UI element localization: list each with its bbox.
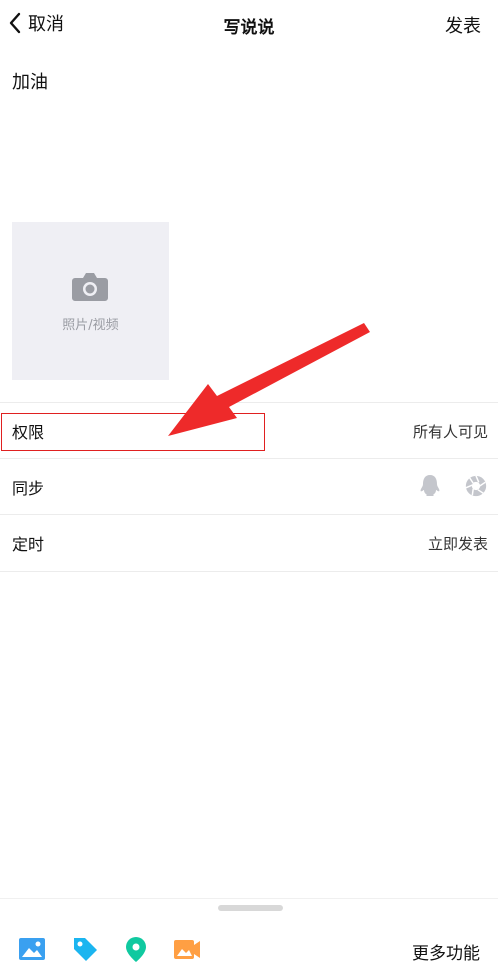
location-pin-icon[interactable]	[122, 935, 150, 963]
publish-button[interactable]: 发表	[445, 12, 481, 38]
permission-value: 所有人可见	[412, 423, 488, 441]
highlight-box	[1, 413, 265, 451]
aperture-icon[interactable]	[464, 473, 488, 499]
add-photo-video-button[interactable]: 照片/视频	[12, 222, 169, 380]
sync-label: 同步	[12, 479, 45, 498]
sync-row[interactable]: 同步	[0, 458, 498, 515]
bottom-toolbar: 更多功能	[0, 898, 498, 974]
video-photo-icon[interactable]	[173, 935, 201, 963]
tag-icon[interactable]	[71, 935, 99, 963]
top-bar: 取消 写说说 发表	[0, 0, 498, 48]
qq-penguin-icon[interactable]	[418, 473, 442, 499]
photo-video-label: 照片/视频	[62, 318, 119, 333]
post-text-input[interactable]: 加油	[12, 68, 48, 94]
page-title: 写说说	[223, 18, 275, 38]
camera-icon	[72, 273, 108, 301]
image-icon[interactable]	[18, 935, 46, 963]
schedule-value: 立即发表	[427, 535, 488, 553]
schedule-label: 定时	[12, 535, 45, 554]
schedule-row[interactable]: 定时 立即发表	[0, 514, 498, 572]
more-functions-button[interactable]: 更多功能	[412, 939, 480, 964]
drag-handle[interactable]	[218, 905, 283, 911]
